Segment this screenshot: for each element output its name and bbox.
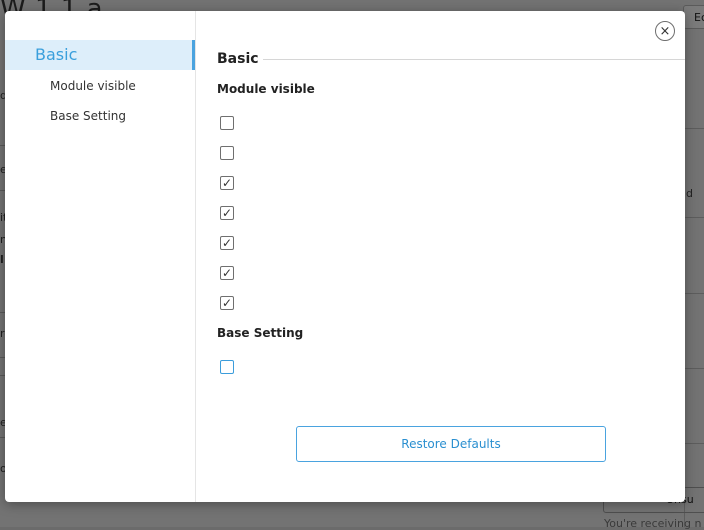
background-divider [684, 128, 704, 129]
sidebar-item-base-setting[interactable]: Base Setting [50, 109, 126, 123]
checkbox[interactable] [220, 146, 234, 160]
group-title-base-setting: Base Setting [217, 326, 304, 340]
background-edit-button: Ec [683, 5, 704, 29]
close-icon: × [659, 23, 671, 39]
checkbox[interactable]: ✓ [220, 266, 234, 280]
checkbox[interactable] [220, 116, 234, 130]
background-divider [684, 217, 704, 218]
restore-defaults-button[interactable]: Restore Defaults [296, 426, 606, 462]
background-divider [684, 368, 704, 369]
checkbox[interactable]: ✓ [220, 206, 234, 220]
group-title-module-visible: Module visible [217, 82, 315, 96]
close-button[interactable]: × [655, 21, 675, 41]
checkbox[interactable]: ✓ [220, 176, 234, 190]
checkmark-icon: ✓ [221, 176, 233, 190]
background-right-label: d [686, 187, 693, 200]
checkmark-icon: ✓ [221, 266, 233, 280]
section-title: Basic [217, 51, 259, 67]
settings-dialog: Basic Module visible Base Setting × Basi… [5, 11, 685, 502]
checkbox[interactable]: ✓ [220, 296, 234, 310]
checkmark-icon: ✓ [221, 296, 233, 310]
background-right-column [684, 40, 704, 527]
sidebar-item-basic[interactable]: Basic [5, 40, 195, 70]
checkmark-icon: ✓ [221, 206, 233, 220]
checkbox[interactable] [220, 360, 234, 374]
background-footer-text: You're receiving n [604, 517, 702, 530]
section-divider [263, 59, 685, 60]
sidebar-item-module-visible[interactable]: Module visible [50, 79, 136, 93]
background-divider [684, 293, 704, 294]
checkmark-icon: ✓ [221, 236, 233, 250]
checkbox[interactable]: ✓ [220, 236, 234, 250]
background-divider [684, 443, 704, 444]
background-left-fragment: l [0, 253, 4, 266]
settings-sidebar: Basic Module visible Base Setting [5, 11, 196, 502]
